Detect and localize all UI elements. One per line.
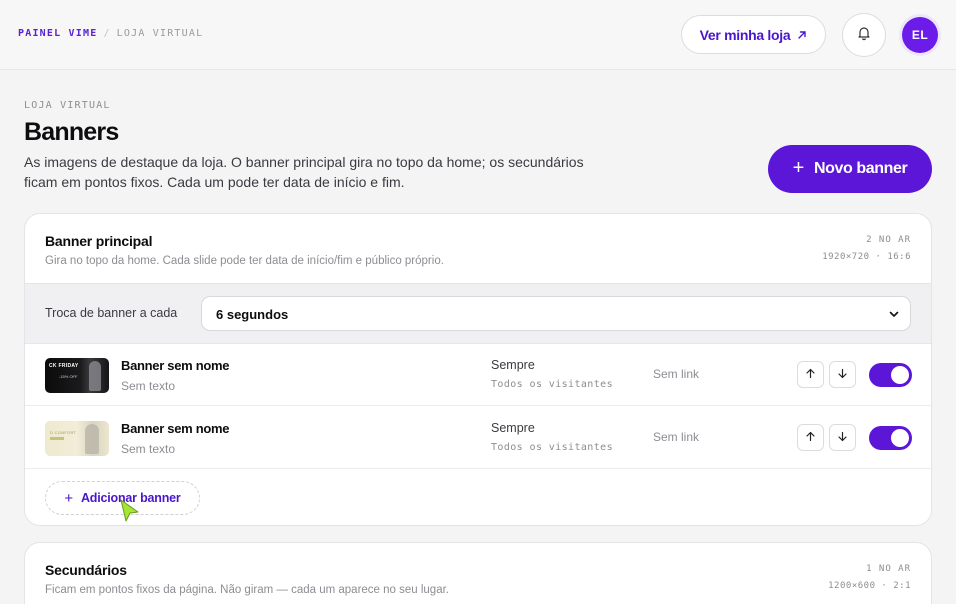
- active-toggle[interactable]: [869, 363, 912, 387]
- banner-thumbnail: CK FRIDAY -15% OFF: [45, 358, 109, 393]
- new-banner-label: Novo banner: [813, 160, 908, 177]
- banner-audience: Todos os visitantes: [491, 379, 613, 390]
- arrow-up-icon: [805, 366, 816, 384]
- thumbnail-text: D CONFORT: [50, 430, 77, 435]
- arrow-up-right-icon: [797, 27, 807, 43]
- avatar-initials: EL: [902, 17, 938, 53]
- toggle-knob: [891, 429, 909, 447]
- banner-link: Sem link: [653, 367, 700, 381]
- breadcrumb: PAINEL VIME / LOJA VIRTUAL: [18, 28, 203, 39]
- page-eyebrow: LOJA VIRTUAL: [24, 100, 111, 111]
- cursor-arrow-icon: [119, 498, 141, 529]
- view-store-button[interactable]: Ver minha loja: [681, 15, 826, 54]
- banner-text: Sem texto: [121, 442, 176, 456]
- card-subtitle: Gira no topo da home. Cada slide pode te…: [45, 255, 444, 267]
- banner-schedule: Sempre: [491, 421, 535, 435]
- status-badge: 1 NO AR: [866, 564, 911, 574]
- card-title: Banner principal: [45, 233, 153, 249]
- thumbnail-subtext: -15% OFF: [59, 374, 78, 379]
- rotation-value: 6 segundos: [216, 307, 289, 322]
- move-down-button[interactable]: [829, 361, 856, 388]
- size-info: 1920×720 · 16:6: [822, 252, 911, 262]
- chevron-down-icon: [888, 307, 900, 325]
- move-up-button[interactable]: [797, 361, 824, 388]
- banner-row[interactable]: CK FRIDAY -15% OFF Banner sem nome Sem t…: [25, 344, 931, 406]
- rotation-row: Troca de banner a cada 6 segundos: [25, 283, 931, 344]
- main-banner-card: Banner principal Gira no topo da home. C…: [24, 213, 932, 526]
- page-title: Banners: [24, 118, 119, 146]
- thumbnail-text: CK FRIDAY: [49, 363, 79, 369]
- banner-row[interactable]: D CONFORT Banner sem nome Sem texto Semp…: [25, 407, 931, 469]
- top-bar: PAINEL VIME / LOJA VIRTUAL Ver minha loja …: [0, 0, 956, 70]
- card-subtitle: Ficam em pontos fixos da página. Não gir…: [45, 584, 449, 596]
- active-toggle[interactable]: [869, 426, 912, 450]
- arrow-down-icon: [837, 429, 848, 447]
- thumbnail-bar: [50, 437, 64, 440]
- banner-name: Banner sem nome: [121, 358, 230, 373]
- breadcrumb-current: LOJA VIRTUAL: [116, 28, 204, 39]
- arrow-down-icon: [837, 366, 848, 384]
- notifications-button[interactable]: [842, 13, 886, 57]
- breadcrumb-brand[interactable]: PAINEL VIME: [18, 28, 97, 39]
- banner-text: Sem texto: [121, 379, 176, 393]
- toggle-knob: [891, 366, 909, 384]
- page-description: As imagens de destaque da loja. O banner…: [24, 154, 584, 190]
- move-down-button[interactable]: [829, 424, 856, 451]
- status-badge: 2 NO AR: [866, 235, 911, 245]
- arrow-up-icon: [805, 429, 816, 447]
- secondary-banner-card: Secundários Ficam em pontos fixos da pág…: [24, 542, 932, 604]
- plus-icon: +: [64, 489, 73, 507]
- rotation-select[interactable]: 6 segundos: [201, 296, 911, 331]
- banner-link: Sem link: [653, 430, 700, 444]
- rotation-label: Troca de banner a cada: [45, 306, 178, 320]
- view-store-label: Ver minha loja: [699, 26, 791, 43]
- bell-icon: [856, 25, 872, 46]
- plus-icon: +: [792, 156, 805, 179]
- thumbnail-figure: [85, 424, 99, 454]
- banner-name: Banner sem nome: [121, 421, 230, 436]
- size-info: 1200×600 · 2:1: [828, 581, 911, 591]
- avatar[interactable]: EL: [899, 14, 941, 56]
- card-title: Secundários: [45, 562, 127, 578]
- banner-schedule: Sempre: [491, 358, 535, 372]
- banner-audience: Todos os visitantes: [491, 442, 613, 453]
- move-up-button[interactable]: [797, 424, 824, 451]
- thumbnail-figure: [89, 361, 101, 391]
- breadcrumb-separator: /: [103, 28, 111, 39]
- new-banner-button[interactable]: + Novo banner: [768, 145, 932, 193]
- banner-thumbnail: D CONFORT: [45, 421, 109, 456]
